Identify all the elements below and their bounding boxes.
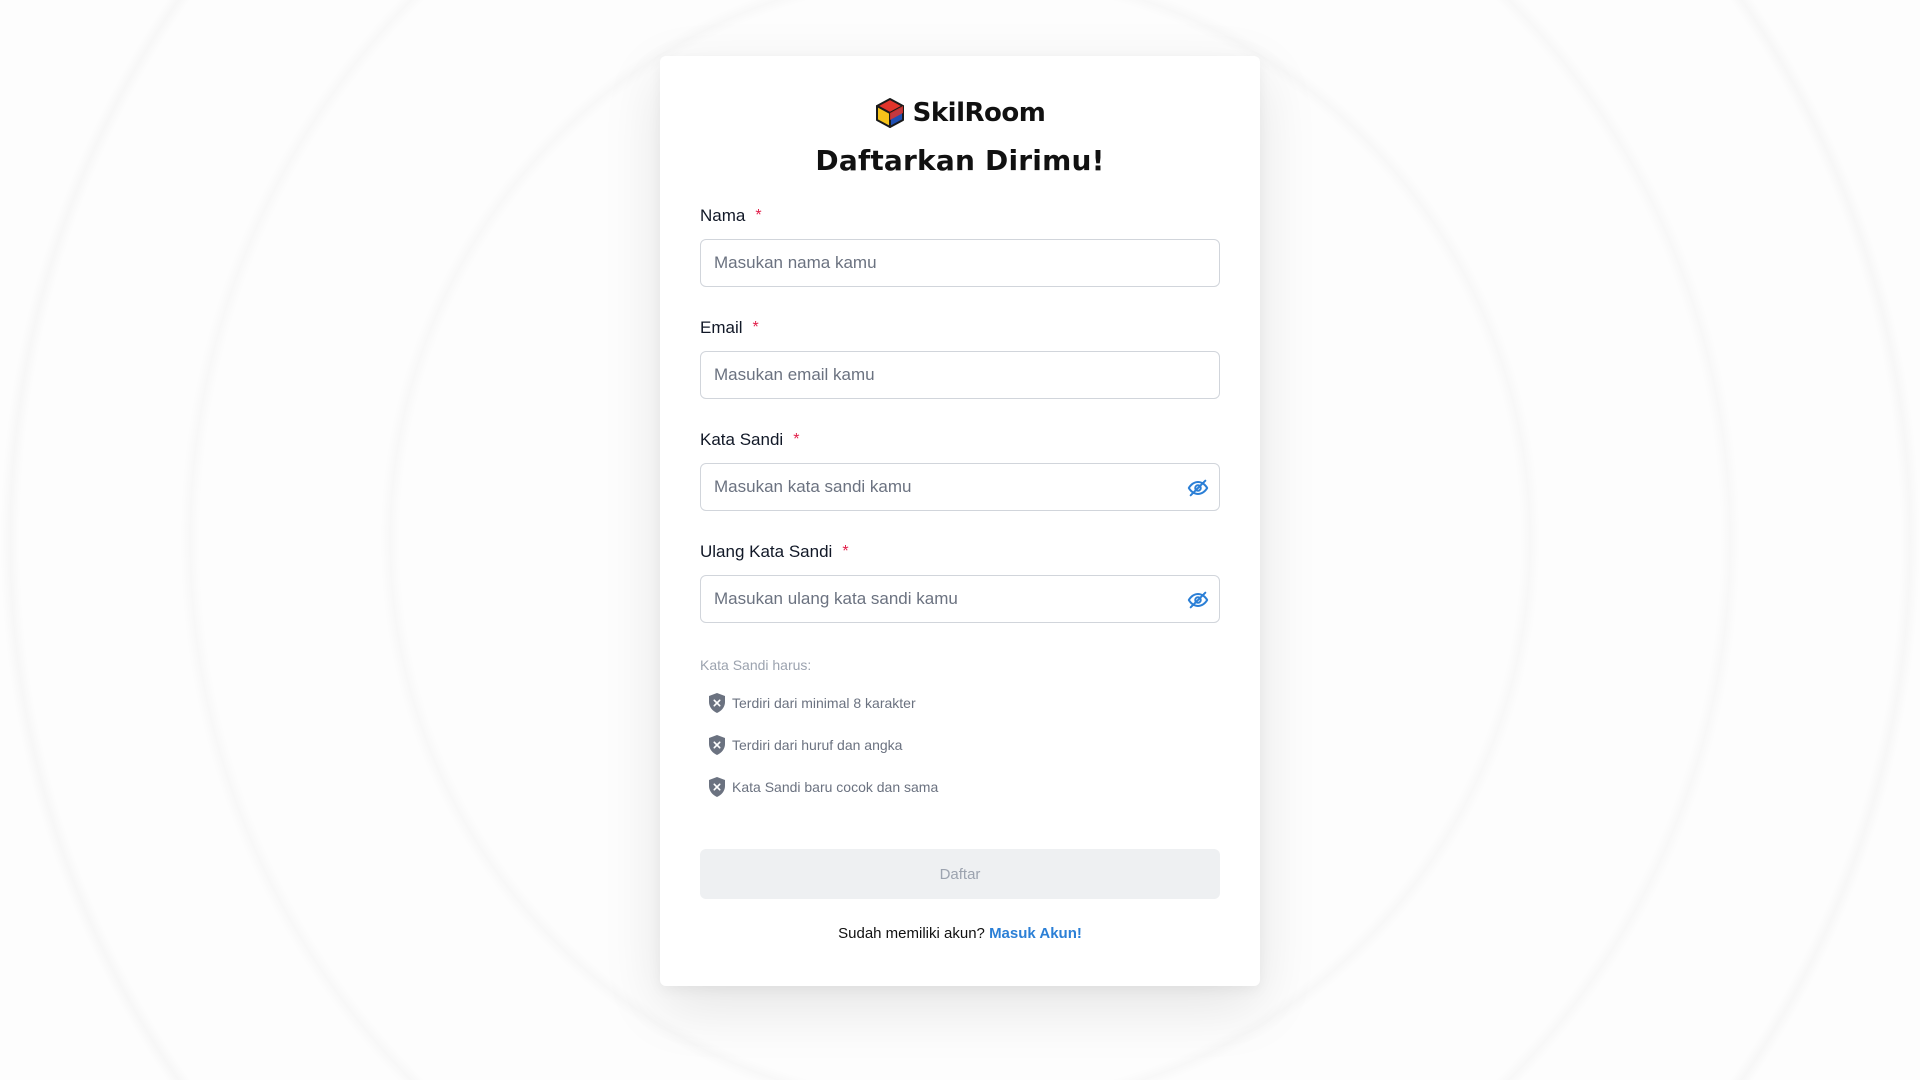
- shield-x-icon: [709, 777, 725, 797]
- required-mark: *: [842, 543, 849, 560]
- password-input[interactable]: [701, 464, 1219, 510]
- confirm-password-input-wrapper: [700, 575, 1220, 623]
- brand-name: SkilRoom: [912, 98, 1046, 128]
- login-prompt-text: Sudah memiliki akun?: [838, 925, 985, 942]
- confirm-password-input[interactable]: [701, 576, 1219, 622]
- password-rule-item: Kata Sandi baru cocok dan sama: [700, 777, 1220, 797]
- password-rules-title: Kata Sandi harus:: [700, 657, 812, 673]
- name-label-row: Nama *: [700, 205, 1220, 227]
- shield-x-icon: [709, 735, 725, 755]
- password-rule-item: Terdiri dari minimal 8 karakter: [700, 693, 1220, 713]
- password-input-wrapper: [700, 463, 1220, 511]
- password-rule-text: Kata Sandi baru cocok dan sama: [732, 779, 939, 795]
- required-mark: *: [752, 319, 759, 336]
- required-mark: *: [755, 207, 762, 224]
- confirm-password-label: Ulang Kata Sandi: [700, 542, 833, 561]
- password-rule-text: Terdiri dari minimal 8 karakter: [732, 695, 916, 711]
- email-label: Email: [700, 318, 743, 337]
- register-button[interactable]: Daftar: [700, 849, 1220, 899]
- register-card: SkilRoom Daftarkan Dirimu! Nama * Email …: [660, 56, 1260, 986]
- name-field-group: Nama *: [700, 205, 1220, 287]
- shield-x-icon: [709, 693, 725, 713]
- email-field-group: Email *: [700, 317, 1220, 399]
- confirm-password-field-group: Ulang Kata Sandi *: [700, 541, 1220, 623]
- login-link[interactable]: Masuk Akun!: [989, 925, 1082, 942]
- password-label-row: Kata Sandi *: [700, 429, 1220, 451]
- password-rule-item: Terdiri dari huruf dan angka: [700, 735, 1220, 755]
- name-input[interactable]: [701, 240, 1219, 286]
- password-field-group: Kata Sandi *: [700, 429, 1220, 511]
- brand-logo: SkilRoom: [700, 96, 1220, 130]
- name-input-wrapper: [700, 239, 1220, 287]
- name-label: Nama: [700, 206, 746, 225]
- email-label-row: Email *: [700, 317, 1220, 339]
- password-rule-text: Terdiri dari huruf dan angka: [732, 737, 903, 753]
- login-prompt: Sudah memiliki akun? Masuk Akun!: [700, 925, 1220, 942]
- email-input[interactable]: [701, 352, 1219, 398]
- email-input-wrapper: [700, 351, 1220, 399]
- password-label: Kata Sandi: [700, 430, 784, 449]
- cube-logo-icon: [875, 98, 904, 128]
- confirm-password-label-row: Ulang Kata Sandi *: [700, 541, 1220, 563]
- page-title: Daftarkan Dirimu!: [815, 144, 1105, 177]
- required-mark: *: [793, 431, 800, 448]
- eye-off-icon[interactable]: [1185, 475, 1211, 501]
- eye-off-icon[interactable]: [1185, 587, 1211, 613]
